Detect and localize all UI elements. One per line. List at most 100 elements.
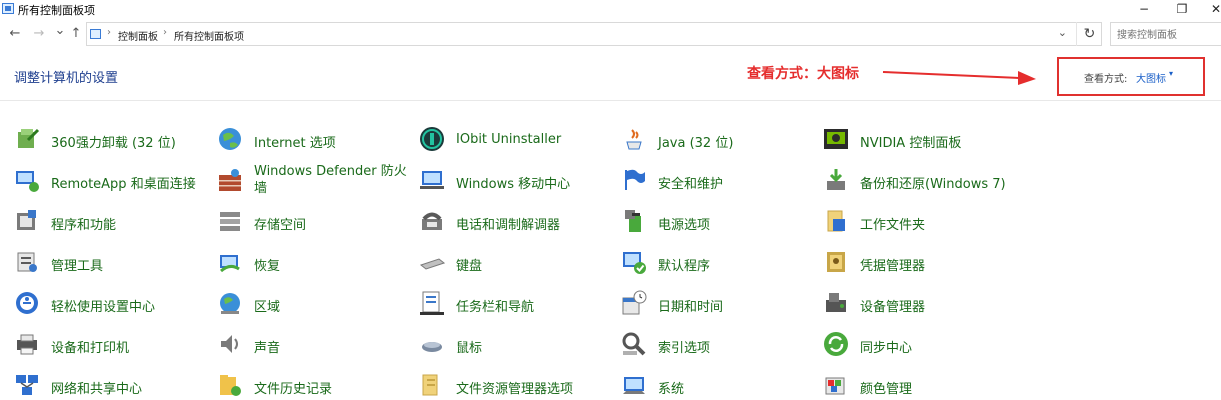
recovery-icon <box>218 253 241 273</box>
control-panel-item[interactable]: 备份和还原(Windows 7) <box>823 161 1023 201</box>
control-panel-item-label: 区域 <box>254 300 281 315</box>
control-panel-item-label: 日期和时间 <box>658 300 724 315</box>
chevron-right-icon: › <box>107 27 111 38</box>
control-panel-item[interactable]: RemoteApp 和桌面连接 <box>14 161 214 201</box>
view-mode-dropdown[interactable]: 大图标 <box>1136 70 1166 85</box>
folder-options-icon <box>422 374 438 396</box>
control-panel-item-label: 备份和还原(Windows 7) <box>860 177 1006 192</box>
control-panel-item-label: 工作文件夹 <box>860 218 926 233</box>
speaker-icon <box>220 334 238 354</box>
control-panel-item[interactable]: 安全和维护 <box>621 161 821 201</box>
uninstall-icon <box>16 127 40 150</box>
control-panel-item[interactable]: 360强力卸载 (32 位) <box>14 120 214 160</box>
control-panel-item[interactable]: 网络和共享中心 <box>14 366 214 400</box>
control-panel-item[interactable]: 默认程序 <box>621 243 821 283</box>
calendar-clock-icon <box>622 290 647 315</box>
control-panel-item[interactable]: 程序和功能 <box>14 202 214 242</box>
control-panel-item[interactable]: IObit Uninstaller <box>419 120 619 160</box>
control-panel-item-label: Windows 移动中心 <box>456 177 571 192</box>
control-panel-item[interactable]: 任务栏和导航 <box>419 284 619 324</box>
control-panel-item[interactable]: 文件资源管理器选项 <box>419 366 619 400</box>
control-panel-item[interactable]: 存储空间 <box>217 202 417 242</box>
control-panel-item[interactable]: 工作文件夹 <box>823 202 1023 242</box>
search-box[interactable] <box>1110 22 1221 47</box>
control-panel-item[interactable]: 电源选项 <box>621 202 821 242</box>
control-panel-item-label: 默认程序 <box>658 259 711 274</box>
recent-locations-button[interactable]: ⌄ <box>53 23 67 38</box>
control-panel-item[interactable]: 声音 <box>217 325 417 365</box>
refresh-button[interactable]: ↻ <box>1076 22 1102 46</box>
java-icon <box>626 129 642 150</box>
indexing-icon <box>621 332 646 357</box>
control-panel-item-label: 存储空间 <box>254 218 307 233</box>
control-panel-item[interactable]: 区域 <box>217 284 417 324</box>
search-input[interactable] <box>1111 24 1221 47</box>
color-management-icon <box>825 377 845 395</box>
navigation-bar: ← → ⌄ ↑ › 控制面板 › 所有控制面板项 ⌄ ↻ <box>0 22 1221 48</box>
close-button[interactable]: ✕ <box>1196 0 1221 18</box>
forward-button[interactable]: → <box>32 26 46 41</box>
annotation-text: 查看方式：大图标 <box>747 66 859 82</box>
power-icon <box>625 210 641 232</box>
control-panel-item-label: 轻松使用设置中心 <box>51 300 156 315</box>
file-history-icon <box>220 375 241 396</box>
storage-icon <box>220 212 240 231</box>
control-panel-item[interactable]: 轻松使用设置中心 <box>14 284 214 324</box>
control-panel-item-label: 同步中心 <box>860 341 913 356</box>
control-panel-item[interactable]: 管理工具 <box>14 243 214 283</box>
back-button[interactable]: ← <box>8 26 22 41</box>
caret-down-icon[interactable]: ▾ <box>1169 69 1173 78</box>
control-panel-item[interactable]: 凭据管理器 <box>823 243 1023 283</box>
breadcrumb-control-panel[interactable]: 控制面板 <box>118 28 158 43</box>
window-title: 所有控制面板项 <box>18 4 95 17</box>
printer-icon <box>16 334 38 355</box>
ease-of-access-icon <box>16 292 38 314</box>
up-button[interactable]: ↑ <box>69 26 83 41</box>
control-panel-item-label: Java (32 位) <box>658 136 734 151</box>
phone-modem-icon <box>420 212 444 232</box>
keyboard-icon <box>420 258 445 270</box>
control-panel-item-label: Windows Defender 防火墙 <box>254 164 407 196</box>
control-panel-item[interactable]: Internet 选项 <box>217 120 417 160</box>
control-panel-item[interactable]: NVIDIA 控制面板 <box>823 120 1023 160</box>
control-panel-item-label: 电话和调制解调器 <box>456 218 561 233</box>
control-panel-item[interactable]: Windows Defender 防火墙 <box>217 161 417 201</box>
control-panel-item[interactable]: 电话和调制解调器 <box>419 202 619 242</box>
control-panel-item-label: NVIDIA 控制面板 <box>860 136 962 151</box>
nvidia-icon <box>824 129 848 149</box>
control-panel-item-label: 恢复 <box>254 259 281 274</box>
control-panel-item[interactable]: 日期和时间 <box>621 284 821 324</box>
control-panel-item[interactable]: 文件历史记录 <box>217 366 417 400</box>
control-panel-item[interactable]: 系统 <box>621 366 821 400</box>
taskbar-icon <box>419 291 445 316</box>
backup-icon <box>825 167 847 192</box>
control-panel-item[interactable]: 恢复 <box>217 243 417 283</box>
control-panel-item[interactable]: 键盘 <box>419 243 619 283</box>
address-bar[interactable]: › 控制面板 › 所有控制面板项 ⌄ <box>86 22 1102 46</box>
control-panel-item[interactable]: 鼠标 <box>419 325 619 365</box>
control-panel-item[interactable]: 设备和打印机 <box>14 325 214 365</box>
control-panel-icon <box>2 3 14 14</box>
control-panel-item[interactable]: Java (32 位) <box>621 120 821 160</box>
control-panel-item[interactable]: Windows 移动中心 <box>419 161 619 201</box>
system-icon <box>623 377 645 394</box>
breadcrumb-all-items[interactable]: 所有控制面板项 <box>174 28 244 43</box>
security-flag-icon <box>625 168 646 191</box>
chevron-right-icon: › <box>163 27 167 38</box>
iobit-icon <box>419 126 445 152</box>
control-panel-item-label: 键盘 <box>456 259 483 274</box>
view-mode-label: 查看方式: <box>1084 74 1128 85</box>
control-panel-item[interactable]: 索引选项 <box>621 325 821 365</box>
network-icon <box>15 374 39 396</box>
globe-icon <box>219 128 241 150</box>
control-panel-item[interactable]: 颜色管理 <box>823 366 1023 400</box>
control-panel-item-label: 文件历史记录 <box>254 382 333 397</box>
minimize-button[interactable]: − <box>1124 0 1164 18</box>
control-panel-item[interactable]: 设备管理器 <box>823 284 1023 324</box>
control-panel-item[interactable]: 同步中心 <box>823 325 1023 365</box>
mouse-icon <box>422 342 442 352</box>
work-folders-icon <box>827 210 846 232</box>
address-dropdown-button[interactable]: ⌄ <box>1058 26 1067 39</box>
control-panel-items: 360强力卸载 (32 位) RemoteApp 和桌面连接 程序和功能 管理工具轻松… <box>0 120 1221 400</box>
control-panel-item-label: 系统 <box>658 382 685 397</box>
